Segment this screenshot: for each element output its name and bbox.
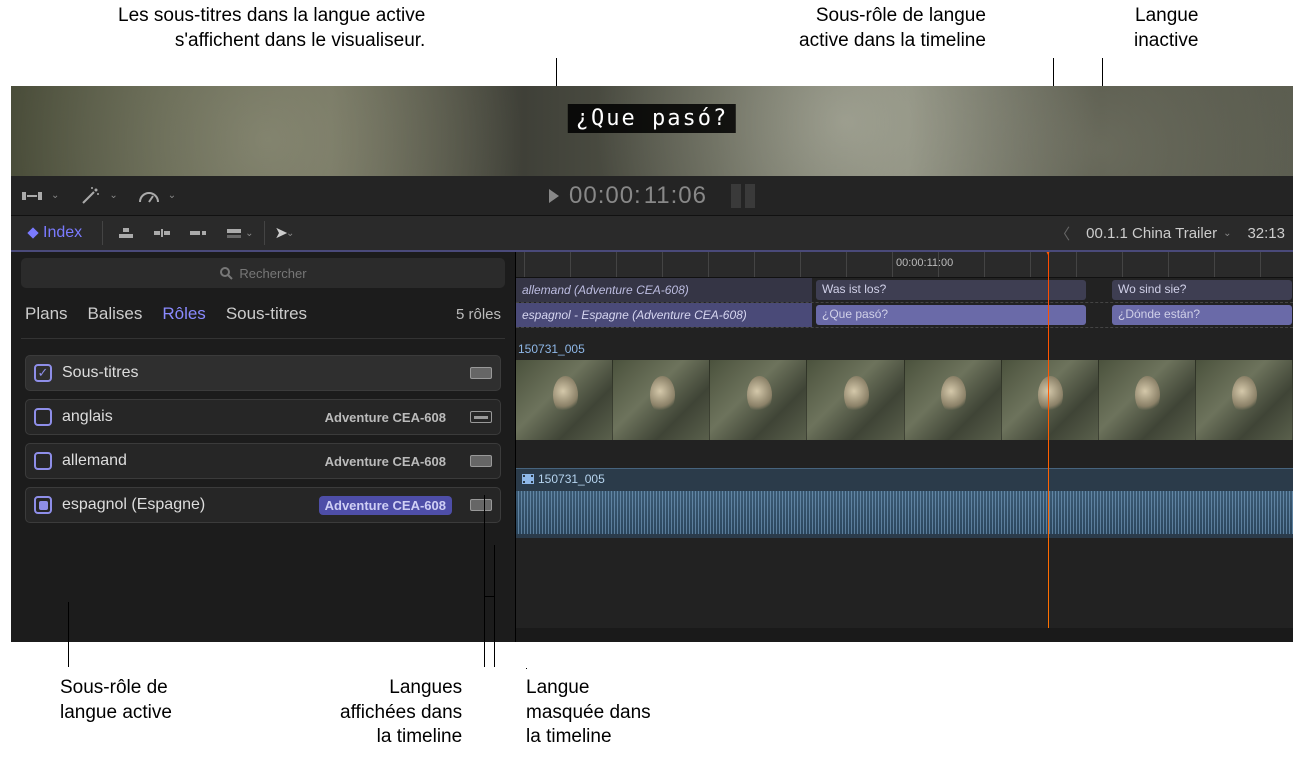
role-label: espagnol (Espagne) bbox=[62, 496, 205, 514]
app-frame: ¿Que pasó? ⌄ ⌄ ⌄ 00:00: 11:06 Index ⌄ bbox=[11, 86, 1293, 642]
callout-line bbox=[494, 545, 495, 667]
timeline[interactable]: 00:00:11:00 allemand (Adventure CEA-608)… bbox=[516, 252, 1293, 642]
timeline-ruler[interactable]: 00:00:11:00 bbox=[516, 252, 1293, 278]
video-clip-name: 150731_005 bbox=[518, 342, 585, 356]
checkbox-active-icon[interactable] bbox=[34, 496, 52, 514]
callout-line bbox=[526, 668, 527, 669]
callout-line bbox=[68, 602, 69, 667]
callout-line bbox=[484, 596, 495, 597]
index-button[interactable]: Index bbox=[19, 224, 92, 242]
connect-clip-icon[interactable] bbox=[113, 223, 139, 243]
role-label: allemand bbox=[62, 452, 127, 470]
caption-clip[interactable]: Wo sind sie? bbox=[1112, 280, 1292, 300]
role-tag: Adventure CEA-608 bbox=[319, 408, 452, 427]
role-tag: Adventure CEA-608 bbox=[319, 452, 452, 471]
lane-toggle-icon[interactable] bbox=[470, 367, 492, 379]
caption-lane-label: allemand (Adventure CEA-608) bbox=[516, 278, 812, 302]
timeline-scrollbar[interactable] bbox=[516, 628, 1293, 642]
search-placeholder: Rechercher bbox=[239, 266, 306, 281]
trim-tool-icon[interactable] bbox=[19, 186, 45, 206]
index-tabs: Plans Balises Rôles Sous-titres 5 rôles bbox=[21, 296, 505, 339]
caption-clip[interactable]: Was ist los? bbox=[816, 280, 1086, 300]
diamond-icon bbox=[27, 227, 38, 238]
history-back-icon[interactable]: 〈 bbox=[1055, 223, 1070, 244]
role-row-sous-titres[interactable]: ✓ Sous-titres bbox=[25, 355, 501, 391]
timecode-prefix: 00:00: bbox=[569, 182, 642, 210]
tab-roles[interactable]: Rôles bbox=[162, 304, 205, 324]
playhead[interactable] bbox=[1048, 252, 1049, 642]
chevron-down-icon[interactable]: ⌄ bbox=[245, 228, 253, 239]
divider bbox=[102, 221, 103, 245]
search-input[interactable]: Rechercher bbox=[21, 258, 505, 288]
checkbox-empty-icon[interactable] bbox=[34, 408, 52, 426]
role-row-anglais[interactable]: anglais Adventure CEA-608 bbox=[25, 399, 501, 435]
role-row-espagnol[interactable]: espagnol (Espagne) Adventure CEA-608 bbox=[25, 487, 501, 523]
caption-lane-inactive[interactable]: allemand (Adventure CEA-608) Was ist los… bbox=[516, 278, 1293, 303]
caption-clip[interactable]: ¿Dónde están? bbox=[1112, 305, 1292, 325]
caption-clip[interactable]: ¿Que pasó? bbox=[816, 305, 1086, 325]
project-name[interactable]: 00.1.1 China Trailer bbox=[1086, 225, 1217, 242]
annotation-hidden-language: Langue masquée dans la timeline bbox=[526, 676, 651, 750]
roles-list: ✓ Sous-titres anglais Adventure CEA-608 … bbox=[21, 339, 505, 539]
lane-toggle-icon[interactable] bbox=[470, 455, 492, 467]
checkbox-checked-icon[interactable]: ✓ bbox=[34, 364, 52, 382]
lower-area: Rechercher Plans Balises Rôles Sous-titr… bbox=[11, 252, 1293, 642]
roles-count: 5 rôles bbox=[456, 306, 501, 323]
retime-speedometer-icon[interactable] bbox=[136, 186, 162, 206]
audio-clip-name: 150731_005 bbox=[522, 472, 605, 486]
timecode-display: 00:00: 11:06 bbox=[549, 182, 755, 210]
chevron-down-icon[interactable]: ⌄ bbox=[286, 228, 294, 239]
viewer: ¿Que pasó? bbox=[11, 86, 1293, 176]
append-clip-icon[interactable] bbox=[185, 223, 211, 243]
tab-plans[interactable]: Plans bbox=[25, 304, 68, 324]
insert-clip-icon[interactable] bbox=[149, 223, 175, 243]
lane-toggle-icon[interactable] bbox=[470, 499, 492, 511]
search-icon bbox=[219, 266, 233, 280]
timecode-main: 11:06 bbox=[644, 182, 707, 210]
video-track[interactable]: 150731_005 bbox=[516, 360, 1293, 460]
effects-wand-icon[interactable] bbox=[77, 186, 103, 206]
audio-track[interactable]: 150731_005 bbox=[516, 468, 1293, 538]
callout-line bbox=[484, 495, 485, 667]
chevron-down-icon[interactable]: ⌄ bbox=[168, 190, 176, 201]
caption-lane-active[interactable]: espagnol - Espagne (Adventure CEA-608) ¿… bbox=[516, 303, 1293, 328]
lane-toggle-icon[interactable] bbox=[470, 411, 492, 423]
video-thumbnails bbox=[516, 360, 1293, 440]
audio-meters bbox=[731, 184, 755, 208]
overwrite-clip-icon[interactable] bbox=[221, 223, 247, 243]
checkbox-empty-icon[interactable] bbox=[34, 452, 52, 470]
ruler-timecode: 00:00:11:00 bbox=[896, 257, 953, 269]
play-icon[interactable] bbox=[549, 189, 559, 203]
index-label: Index bbox=[43, 224, 82, 242]
project-duration: 32:13 bbox=[1247, 225, 1285, 242]
toolbar-primary: ⌄ ⌄ ⌄ 00:00: 11:06 bbox=[11, 176, 1293, 216]
annotation-active-subrole-timeline: Sous-rôle de langue active dans la timel… bbox=[799, 4, 986, 53]
chevron-down-icon[interactable]: ⌄ bbox=[51, 190, 59, 201]
role-label: anglais bbox=[62, 408, 113, 426]
filmstrip-icon bbox=[522, 474, 534, 484]
annotation-inactive-language: Langue inactive bbox=[1134, 4, 1198, 53]
role-row-allemand[interactable]: allemand Adventure CEA-608 bbox=[25, 443, 501, 479]
tab-balises[interactable]: Balises bbox=[88, 304, 143, 324]
role-tag: Adventure CEA-608 bbox=[319, 496, 452, 515]
annotation-active-subrole-sidebar: Sous-rôle de langue active bbox=[60, 676, 172, 725]
role-label: Sous-titres bbox=[62, 364, 138, 382]
index-sidebar: Rechercher Plans Balises Rôles Sous-titr… bbox=[11, 252, 516, 642]
viewer-caption-overlay: ¿Que pasó? bbox=[568, 104, 736, 133]
divider bbox=[264, 221, 265, 245]
audio-waveform bbox=[516, 491, 1293, 534]
chevron-down-icon[interactable]: ⌄ bbox=[109, 190, 117, 201]
caption-lane-label: espagnol - Espagne (Adventure CEA-608) bbox=[516, 303, 812, 327]
annotation-viewer-subtitle: Les sous-titres dans la langue active s'… bbox=[118, 4, 425, 53]
toolbar-secondary: Index ⌄ ➤ ⌄ 〈 00.1.1 China Trailer ⌄ 32:… bbox=[11, 216, 1293, 252]
tab-sous-titres[interactable]: Sous-titres bbox=[226, 304, 307, 324]
chevron-down-icon[interactable]: ⌄ bbox=[1223, 228, 1231, 239]
annotation-shown-languages: Langues affichées dans la timeline bbox=[340, 676, 462, 750]
